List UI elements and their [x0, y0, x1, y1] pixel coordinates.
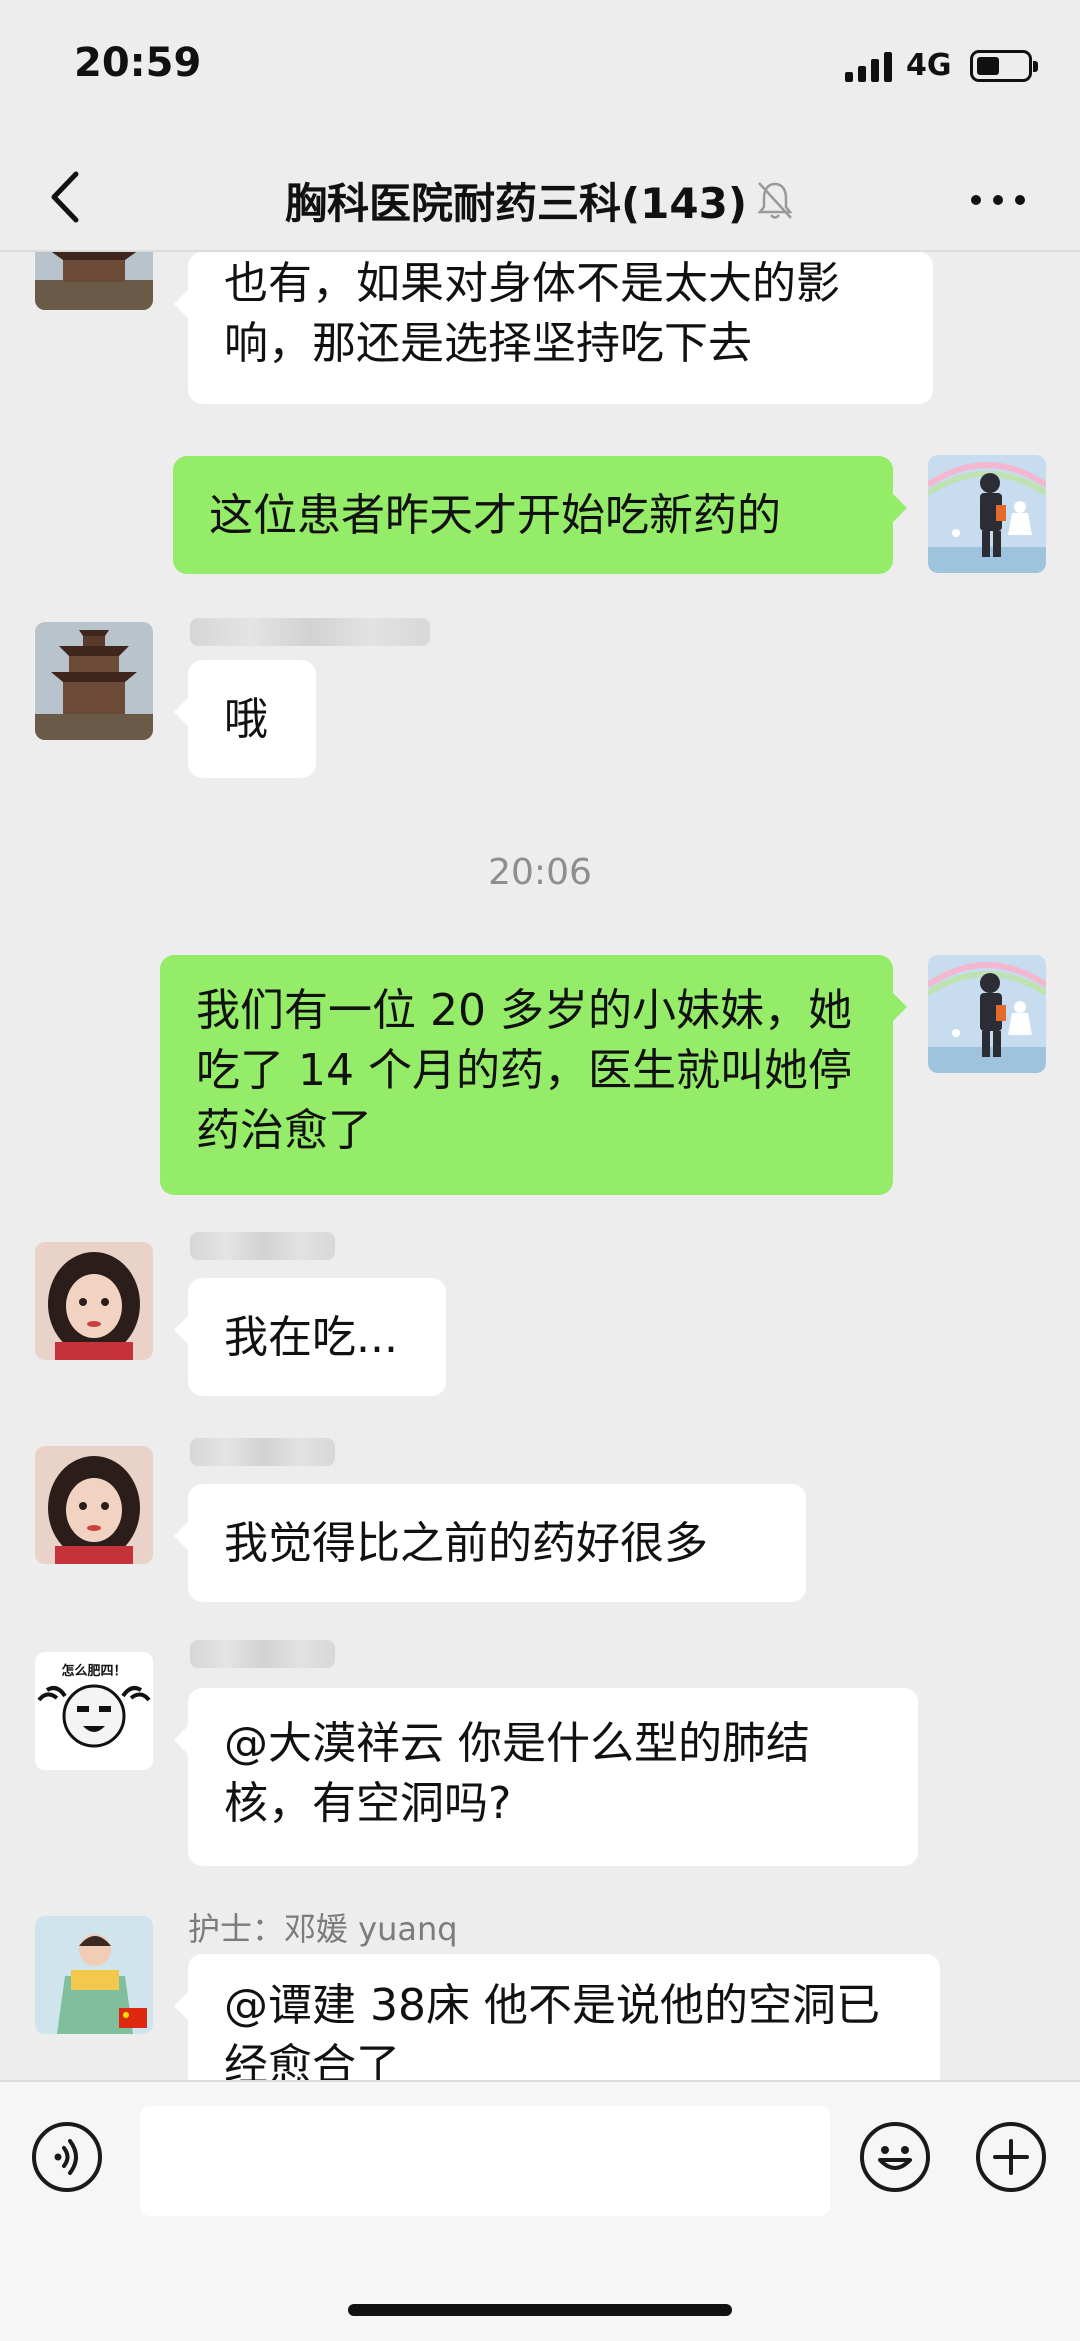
message-bubble[interactable]: 我觉得比之前的药好很多 [174, 1484, 806, 1602]
sender-name-blurred [190, 618, 430, 646]
avatar-self[interactable] [928, 955, 1046, 1073]
chat-header: 胸科医院耐药三科(143) [0, 150, 1080, 250]
sender-name-blurred [190, 1232, 335, 1260]
plus-icon[interactable] [976, 2122, 1046, 2192]
sender-name: 护士：邓媛 yuanq [188, 1910, 458, 1948]
sender-name-blurred [190, 1438, 335, 1466]
avatar-pagoda[interactable] [35, 252, 153, 310]
message-bubble[interactable]: @大漠祥云 你是什么型的肺结核，有空洞吗? [174, 1688, 918, 1866]
emoji-icon[interactable] [860, 2122, 930, 2192]
avatar-self[interactable] [928, 455, 1046, 573]
sender-name-blurred [190, 1640, 335, 1668]
chat-title: 胸科医院耐药三科(143) [284, 178, 748, 228]
status-bar: 20:59 4G [0, 0, 1080, 150]
avatar-child[interactable] [35, 1916, 153, 2034]
message-bubble[interactable]: 也有，如果对身体不是太大的影响，那还是选择坚持吃下去 [174, 252, 933, 404]
battery-icon [970, 50, 1038, 82]
voice-icon[interactable] [32, 2122, 102, 2192]
message-timestamp: 20:06 [488, 852, 592, 893]
message-bubble[interactable]: @谭建 38床 他不是说他的空洞已经愈合了 [174, 1954, 940, 2080]
message-bubble[interactable]: 哦 [174, 660, 316, 778]
message-input[interactable] [140, 2106, 830, 2216]
message-bubble-outgoing[interactable]: 我们有一位 20 多岁的小妹妹，她吃了 14 个月的药，医生就叫她停药治愈了 [160, 955, 907, 1195]
home-indicator[interactable] [348, 2304, 732, 2316]
message-bubble[interactable]: 我在吃... [174, 1278, 446, 1396]
input-bar [0, 2080, 1080, 2341]
network-label: 4G [906, 48, 952, 83]
mute-bell-icon [757, 182, 793, 219]
status-time: 20:59 [74, 40, 202, 86]
avatar-girl[interactable] [35, 1446, 153, 1564]
avatar-pagoda[interactable] [35, 622, 153, 740]
avatar-meme[interactable]: 怎么肥四！ [35, 1652, 153, 1770]
more-icon[interactable] [968, 180, 1028, 220]
avatar-girl[interactable] [35, 1242, 153, 1360]
message-bubble-outgoing[interactable]: 这位患者昨天才开始吃新药的 [173, 456, 907, 574]
message-list[interactable]: 也有，如果对身体不是太大的影响，那还是选择坚持吃下去 这位患者昨天才开始吃新药的 [0, 252, 1080, 2080]
signal-icon [845, 52, 893, 82]
